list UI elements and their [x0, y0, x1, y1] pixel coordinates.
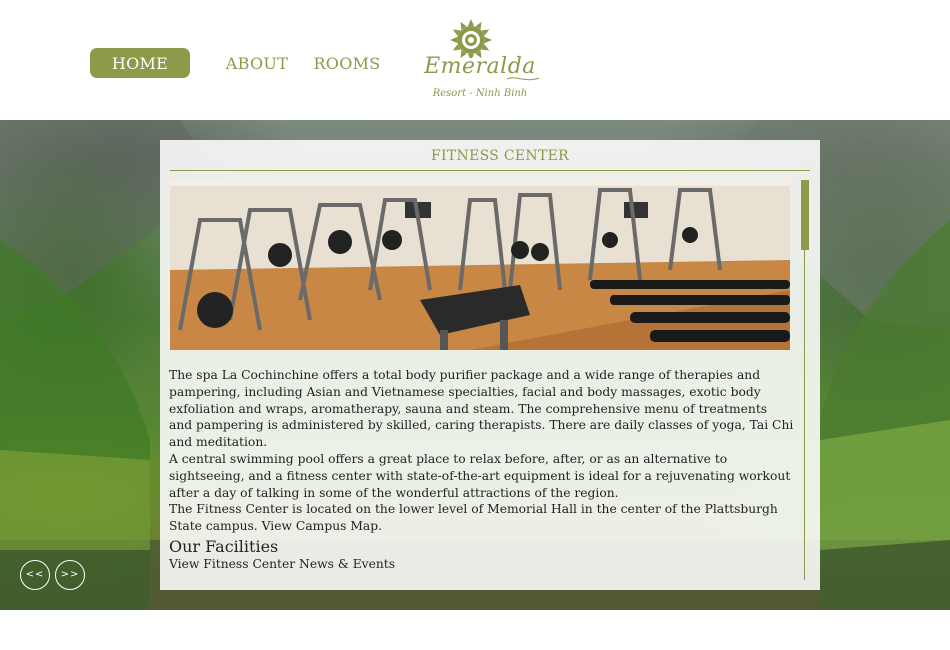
- swirl-icon: [506, 77, 540, 81]
- page-title: FITNESS CENTER: [431, 148, 569, 164]
- slider-prev-button[interactable]: <<: [20, 560, 50, 590]
- nav-about-link[interactable]: ABOUT: [222, 48, 292, 78]
- fitness-news-link[interactable]: View Fitness Center News & Events: [169, 557, 395, 571]
- nav-home-button[interactable]: HOME: [90, 48, 190, 78]
- fitness-center-photo: [170, 180, 790, 350]
- description-text: The spa La Cochinchine offers a total bo…: [169, 367, 794, 535]
- logo-subtitle: Resort - Ninh Binh: [432, 88, 528, 99]
- emeralda-logo[interactable]: Emeralda Resort - Ninh Binh: [420, 18, 540, 104]
- sun-flower-icon: [450, 19, 492, 58]
- site-header: HOME ABOUT ROOMS Emeralda Resort - Ninh …: [0, 0, 950, 120]
- facilities-heading: Our Facilities: [169, 537, 279, 556]
- nav-rooms-link[interactable]: ROOMS: [312, 48, 382, 78]
- gym-equipment-illustration: [170, 180, 790, 350]
- paragraph-spa: The spa La Cochinchine offers a total bo…: [169, 368, 794, 450]
- title-divider: [170, 170, 810, 171]
- paragraph-pool: A central swimming pool offers a great p…: [169, 451, 791, 500]
- slider-next-button[interactable]: >>: [55, 560, 85, 590]
- scrollbar-thumb[interactable]: [801, 180, 809, 250]
- paragraph-location: The Fitness Center is located on the low…: [169, 502, 778, 534]
